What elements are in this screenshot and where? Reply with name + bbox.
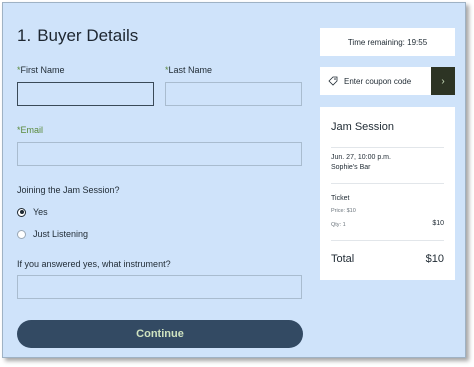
- tag-icon: [328, 76, 338, 86]
- divider: [331, 147, 444, 148]
- last-name-label-text: Last Name: [168, 65, 213, 75]
- instrument-label: If you answered yes, what instrument?: [17, 259, 171, 269]
- event-date: Jun. 27, 10:00 p.m.: [331, 154, 391, 161]
- radio-label: Just Listening: [33, 229, 89, 239]
- order-summary: Jam Session Jun. 27, 10:00 p.m. Sophie's…: [320, 107, 455, 280]
- radio-button[interactable]: [17, 229, 26, 239]
- instrument-field[interactable]: [17, 275, 302, 299]
- ticket-label: Ticket: [331, 195, 350, 202]
- timer-panel: Time remaining: 19:55: [320, 28, 455, 56]
- title-text: Buyer Details: [37, 26, 139, 45]
- radio-label: Yes: [33, 207, 48, 217]
- line-amount: $10: [432, 220, 444, 227]
- total-amount: $10: [425, 253, 444, 265]
- checkout-page: 1. Buyer Details *First Name *Last Name *…: [2, 2, 466, 358]
- first-name-field[interactable]: [17, 82, 154, 106]
- apply-coupon-button[interactable]: ›: [431, 67, 455, 95]
- divider: [331, 240, 444, 241]
- email-field[interactable]: [17, 142, 302, 166]
- event-title: Jam Session: [331, 121, 394, 133]
- last-name-label: *Last Name: [165, 65, 212, 75]
- continue-button[interactable]: Continue: [17, 320, 303, 348]
- email-label: *Email: [17, 125, 43, 135]
- jam-question: Joining the Jam Session?: [17, 185, 120, 195]
- radio-button[interactable]: [17, 207, 26, 217]
- total-label: Total: [331, 253, 355, 265]
- last-name-field[interactable]: [165, 82, 302, 106]
- page-title: 1. Buyer Details: [17, 26, 138, 46]
- radio-option-yes[interactable]: Yes: [17, 207, 48, 217]
- ticket-price: Price: $10: [331, 208, 356, 214]
- first-name-label-text: First Name: [20, 65, 65, 75]
- email-label-text: Email: [20, 125, 44, 135]
- step-number: 1.: [17, 26, 32, 45]
- timer-text: Time remaining: 19:55: [347, 37, 428, 47]
- coupon-panel[interactable]: Enter coupon code ›: [320, 67, 455, 95]
- radio-option-just-listening[interactable]: Just Listening: [17, 229, 88, 239]
- divider: [331, 183, 444, 184]
- ticket-qty: Qty: 1: [331, 222, 346, 228]
- coupon-input[interactable]: Enter coupon code: [344, 77, 411, 86]
- first-name-label: *First Name: [17, 65, 65, 75]
- event-venue: Sophie's Bar: [331, 164, 371, 171]
